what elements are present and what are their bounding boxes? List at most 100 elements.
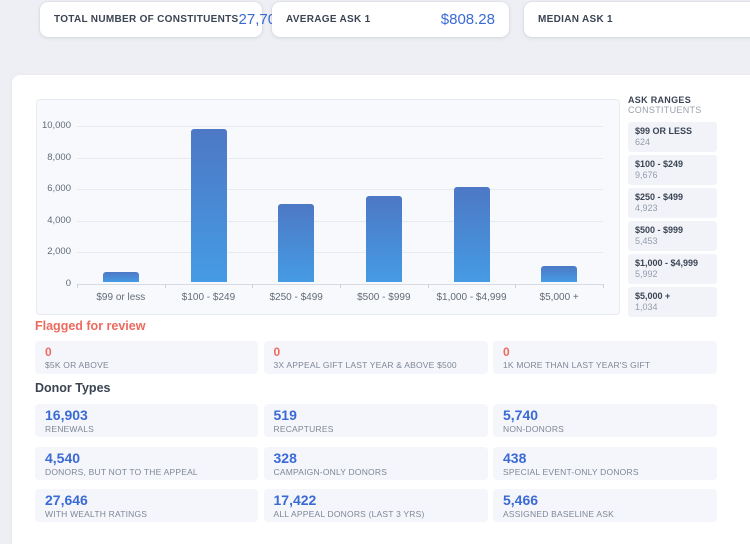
donor-type-tile[interactable]: 4,540 DONORS, BUT NOT TO THE APPEAL [35, 446, 258, 480]
flagged-tile[interactable]: 0 3X APPEAL GIFT LAST YEAR & ABOVE $500 [263, 341, 488, 374]
donor-type-label: DONORS, BUT NOT TO THE APPEAL [45, 466, 198, 477]
donor-type-count: 519 [273, 407, 297, 423]
y-axis-tick-label: 0 [65, 278, 71, 289]
donor-type-tile[interactable]: 519 RECAPTURES [263, 404, 488, 437]
ask-ranges-legend: ASK RANGES CONSTITUENTS $99 OR LESS 624 … [628, 95, 717, 320]
x-axis-tick [77, 284, 78, 288]
flagged-label: 3X APPEAL GIFT LAST YEAR & ABOVE $500 [273, 360, 457, 370]
stat-value: $808.28 [440, 11, 495, 28]
ask-ranges-subtitle: CONSTITUENTS [628, 105, 702, 115]
donor-type-count: 328 [273, 449, 297, 466]
x-axis-tick [603, 284, 604, 288]
stat-card-average-ask: AVERAGE ASK 1 $808.28 [272, 2, 509, 37]
ask-range-item[interactable]: $100 - $249 9,676 [628, 155, 717, 185]
flagged-count: 0 [45, 345, 52, 359]
chart-bar[interactable] [365, 195, 402, 282]
y-axis-tick-label: 8,000 [47, 151, 71, 163]
flagged-count: 0 [503, 345, 510, 359]
donor-type-tile[interactable]: 5,740 NON-DONORS [493, 404, 717, 437]
stat-label: TOTAL NUMBER OF CONSTITUENTS [54, 14, 239, 25]
x-axis-category-label: $250 - $499 [269, 292, 323, 303]
donor-type-count: 5,740 [503, 407, 539, 423]
ask-range-item[interactable]: $1,000 - $4,999 5,992 [628, 254, 717, 284]
gridline [77, 157, 603, 159]
ask-range-label: $1,000 - $4,999 [635, 258, 699, 268]
chart-bar[interactable] [541, 265, 578, 282]
donor-type-label: CAMPAIGN-ONLY DONORS [273, 466, 388, 477]
flagged-label: $5K OR ABOVE [45, 360, 109, 370]
x-axis-category-label: $100 - $249 [181, 292, 236, 303]
chart-bar[interactable] [190, 129, 227, 282]
ask-range-count: 5,992 [635, 269, 658, 279]
donor-type-label: NON-DONORS [503, 424, 565, 434]
x-axis-tick [515, 284, 517, 288]
ask-range-count: 624 [635, 137, 651, 147]
donor-type-tile[interactable]: 5,466 ASSIGNED BASELINE ASK [493, 489, 717, 522]
donor-type-tile[interactable]: 16,903 RENEWALS [35, 404, 258, 437]
x-axis-tick [427, 284, 429, 288]
flagged-tiles: 0 $5K OR ABOVE 0 3X APPEAL GIFT LAST YEA… [35, 341, 717, 374]
donor-type-count: 17,422 [273, 492, 317, 508]
donor-type-label: ALL APPEAL DONORS (LAST 3 YRS) [273, 509, 425, 519]
donor-type-tile[interactable]: 27,646 WITH WEALTH RATINGS [35, 489, 258, 522]
stat-card-total-constituents: TOTAL NUMBER OF CONSTITUENTS 27,702 [40, 2, 284, 37]
x-axis-category-label: $1,000 - $4,999 [436, 292, 507, 303]
ask-range-label: $250 - $499 [635, 192, 684, 202]
gridline [77, 252, 603, 254]
donor-type-count: 16,903 [45, 407, 88, 423]
donor-type-label: ASSIGNED BASELINE ASK [503, 509, 614, 519]
ask-ranges-list: $99 OR LESS 624 $100 - $249 9,676 $250 -… [628, 122, 717, 317]
flagged-for-review-title: Flagged for review [35, 319, 146, 333]
donor-type-count: 27,646 [45, 492, 88, 508]
donor-type-label: SPECIAL EVENT-ONLY DONORS [503, 466, 639, 477]
y-axis-tick-label: 4,000 [47, 214, 71, 226]
flagged-label: 1K MORE THAN LAST YEAR'S GIFT [503, 360, 651, 370]
donor-type-tile[interactable]: 17,422 ALL APPEAL DONORS (LAST 3 YRS) [263, 489, 488, 522]
x-axis-category-label: $500 - $999 [357, 292, 411, 303]
ask-range-count: 5,453 [635, 236, 658, 246]
ask-range-label: $5,000 + [635, 291, 671, 301]
gridline [77, 189, 603, 191]
ask-range-item[interactable]: $5,000 + 1,034 [628, 287, 717, 317]
stat-label: MEDIAN ASK 1 [538, 14, 613, 25]
ask-range-label: $100 - $249 [635, 159, 684, 169]
donor-type-tile[interactable]: 328 CAMPAIGN-ONLY DONORS [263, 446, 488, 480]
ask-range-item[interactable]: $500 - $999 5,453 [628, 221, 717, 251]
stat-label: AVERAGE ASK 1 [286, 14, 371, 25]
x-axis-category-label: $99 or less [96, 292, 146, 303]
ask-range-label: $99 OR LESS [635, 126, 693, 136]
main-panel: 0 2,000 4,000 6,000 8,000 10,000 $99 or less $1… [12, 75, 750, 544]
donor-type-tile[interactable]: 438 SPECIAL EVENT-ONLY DONORS [493, 446, 717, 480]
x-axis-category-label: $5,000 + [539, 292, 579, 303]
ask-ranges-title: ASK RANGES [628, 95, 692, 105]
donor-type-label: WITH WEALTH RATINGS [45, 509, 148, 519]
donor-type-count: 5,466 [503, 492, 539, 508]
flagged-tile[interactable]: 0 1K MORE THAN LAST YEAR'S GIFT [493, 341, 717, 374]
flagged-tile[interactable]: 0 $5K OR ABOVE [35, 341, 258, 374]
gridline [77, 126, 603, 127]
flagged-count: 0 [273, 345, 281, 359]
ask-range-item[interactable]: $99 OR LESS 624 [628, 122, 717, 152]
ask-range-count: 4,923 [635, 203, 658, 213]
ask-range-label: $500 - $999 [635, 225, 684, 235]
ask-ranges-bar-chart: 0 2,000 4,000 6,000 8,000 10,000 $99 or less $1… [36, 99, 620, 315]
dashboard-page: TOTAL NUMBER OF CONSTITUENTS 27,702 AVER… [0, 0, 750, 544]
stat-card-median-ask: MEDIAN ASK 1 $380 [524, 2, 750, 37]
chart-bar[interactable] [453, 187, 490, 282]
ask-range-item[interactable]: $250 - $499 4,923 [628, 188, 717, 218]
chart-bar[interactable] [278, 204, 315, 282]
x-axis-tick [252, 284, 254, 288]
donor-type-count: 4,540 [45, 449, 81, 466]
x-axis-tick [164, 284, 166, 288]
donor-type-label: RECAPTURES [273, 424, 334, 434]
donor-type-label: RENEWALS [45, 424, 94, 434]
donor-type-count: 438 [503, 449, 527, 466]
x-axis-tick [340, 284, 341, 288]
chart-bar[interactable] [102, 272, 139, 282]
y-axis-tick-label: 2,000 [47, 246, 71, 258]
gridline [77, 220, 603, 222]
donor-type-tiles: 16,903 RENEWALS 519 RECAPTURES 5,740 NON… [35, 404, 717, 522]
y-axis-tick-label: 6,000 [47, 183, 71, 195]
donor-types-title: Donor Types [35, 381, 111, 395]
y-axis-tick-label: 10,000 [41, 120, 71, 131]
